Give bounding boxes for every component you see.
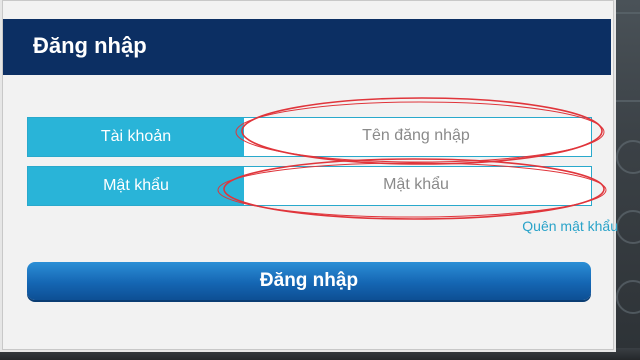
username-input[interactable] (246, 120, 586, 152)
background-dial-icon (616, 280, 640, 314)
password-input[interactable] (246, 169, 586, 201)
forgot-password-link[interactable]: Quên mật khẩu (522, 218, 618, 234)
password-row: Mật khẩu (27, 166, 592, 206)
password-label: Mật khẩu (28, 167, 244, 205)
background-stripe (612, 100, 640, 102)
background-dial-icon (616, 210, 640, 244)
background-page-right (612, 0, 640, 360)
login-button[interactable]: Đăng nhập (27, 262, 591, 300)
username-label: Tài khoản (28, 118, 244, 156)
username-row: Tài khoản (27, 117, 592, 157)
background-stripe (612, 12, 640, 14)
background-dial-icon (616, 140, 640, 174)
modal-title: Đăng nhập (33, 33, 147, 58)
